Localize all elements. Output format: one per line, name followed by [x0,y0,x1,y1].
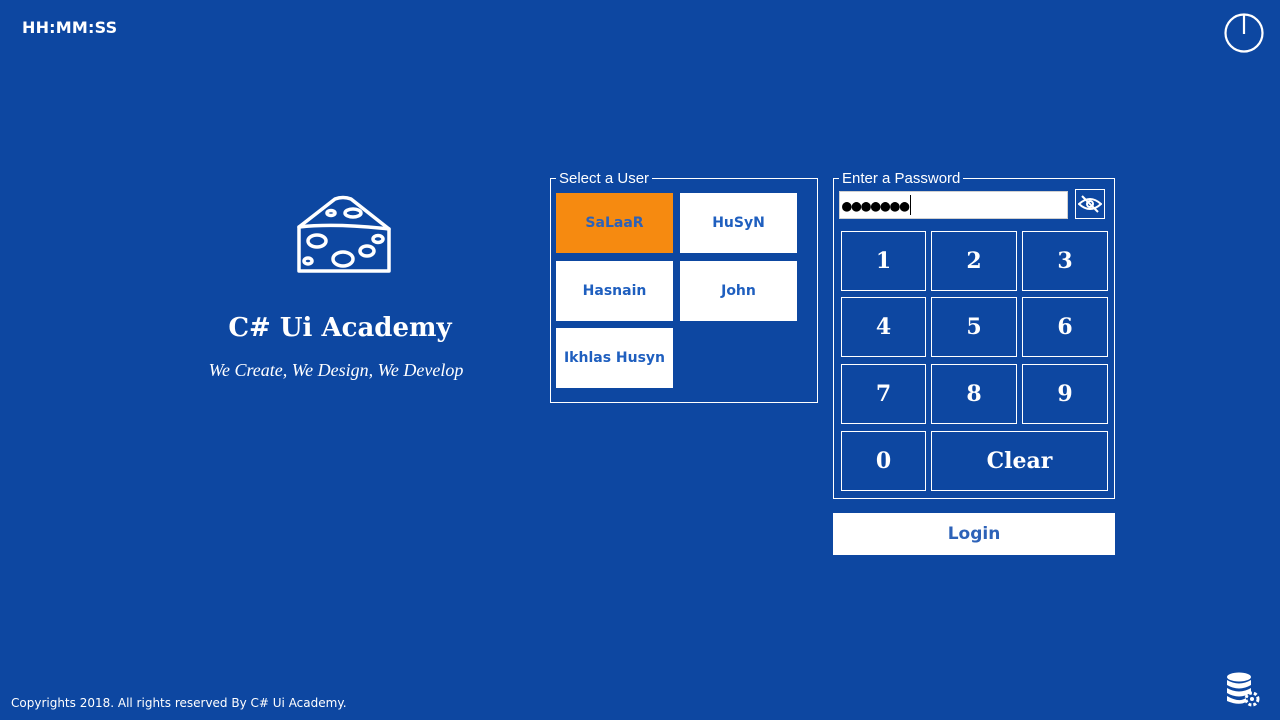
keypad-key-7[interactable]: 7 [841,364,926,424]
user-button-hasnain[interactable]: Hasnain [556,261,673,321]
user-button-salaar[interactable]: SaLaaR [556,193,673,253]
power-button[interactable] [1223,12,1265,54]
clock-label: HH:MM:SS [22,18,118,37]
keypad-key-6[interactable]: 6 [1022,297,1108,357]
user-button-husyn[interactable]: HuSyN [680,193,797,253]
keypad-key-9[interactable]: 9 [1022,364,1108,424]
keypad-key-4[interactable]: 4 [841,297,926,357]
keypad-key-8[interactable]: 8 [931,364,1017,424]
password-value: ●●●●●●● [842,195,910,215]
password-input[interactable]: ●●●●●●● [839,191,1068,219]
password-legend: Enter a Password [842,170,961,187]
login-button[interactable]: Login [833,513,1115,555]
copyright-text: Copyrights 2018. All rights reserved By … [11,696,347,710]
keypad-key-5[interactable]: 5 [931,297,1017,357]
toggle-password-visibility-button[interactable] [1075,189,1105,219]
keypad-key-2[interactable]: 2 [931,231,1017,291]
user-button-john[interactable]: John [680,261,797,321]
database-settings-button[interactable] [1224,671,1260,707]
user-select-legend: Select a User [559,170,650,187]
app-slogan: We Create, We Design, We Develop [208,360,464,380]
keypad-clear-button[interactable]: Clear [931,431,1108,491]
keypad-key-0[interactable]: 0 [841,431,926,491]
eye-slash-icon [1078,195,1102,213]
app-title: C# Ui Academy [228,313,452,343]
user-button-ikhlas-husyn[interactable]: Ikhlas Husyn [556,328,673,388]
database-settings-icon [1227,672,1260,707]
cheese-icon [295,193,395,277]
power-icon [1224,13,1264,53]
keypad-key-3[interactable]: 3 [1022,231,1108,291]
keypad-key-1[interactable]: 1 [841,231,926,291]
